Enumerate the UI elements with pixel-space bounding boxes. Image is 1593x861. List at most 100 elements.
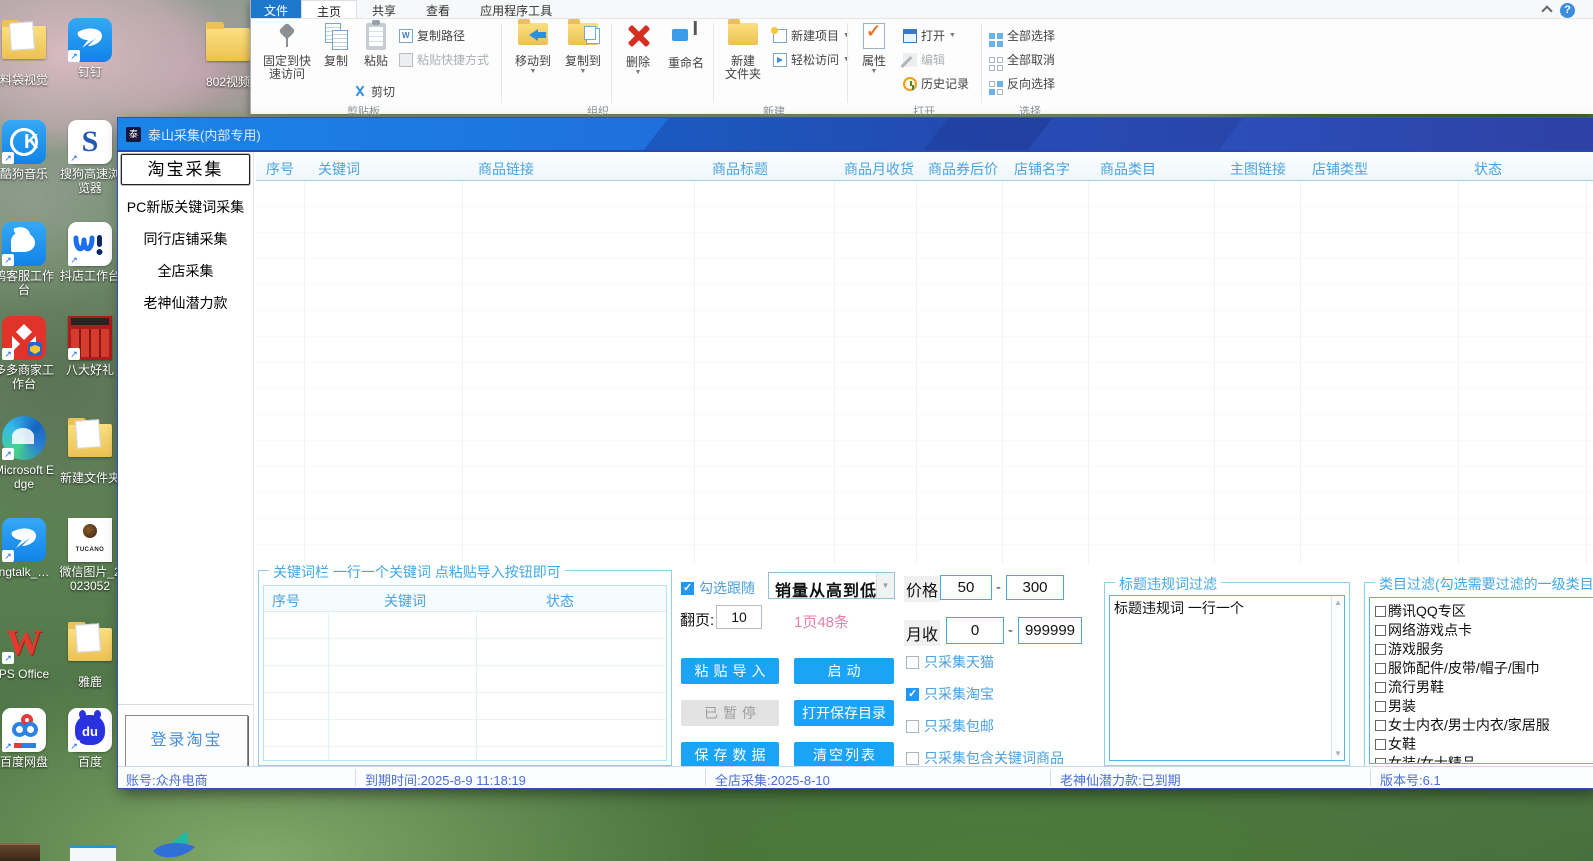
move-to-button[interactable]: 移动到 ▼ [509,19,557,75]
category-item[interactable]: 男装 [1375,696,1593,715]
desktop-icon-dingtalk[interactable]: ↗ 钉钉 [58,18,122,79]
kw-col-keyword[interactable]: 关键词 [384,591,426,611]
checkbox-icon[interactable] [1375,739,1386,750]
title-filter-textarea[interactable]: 标题违规词 一行一个 ▲ ▼ [1109,595,1345,761]
invert-selection-button[interactable]: 反向选择 [989,75,1055,95]
chevron-down-icon[interactable]: ▼ [876,573,894,598]
follow-checkbox[interactable]: 勾选跟随 [681,578,755,598]
tab-file[interactable]: 文件 [251,0,302,18]
scroll-up-icon[interactable]: ▲ [1332,598,1344,607]
category-item[interactable]: 女鞋 [1375,734,1593,753]
open-button[interactable]: 打开 ▼ [903,27,956,44]
category-item[interactable]: 服饰配件/皮带/帽子/围巾 [1375,658,1593,677]
checkbox-checked-icon[interactable] [681,581,694,595]
col-monthly-sales[interactable]: 商品月收货 [844,159,914,179]
checkbox-icon[interactable] [1375,644,1386,655]
sidebar-item-potential-items[interactable]: 老神仙潜力款 [118,293,253,313]
col-item-category[interactable]: 商品类目 [1100,159,1156,179]
paused-button[interactable]: 已暂停 [681,700,779,726]
copy-path-button[interactable]: 复制路径 [399,27,465,44]
easy-access-button[interactable]: 轻松访问▼ [773,51,850,68]
filter-free-shipping-checkbox[interactable]: 只采集包邮 [906,716,994,736]
monthly-min-input[interactable]: 0 [946,617,1004,644]
filter-tmall-checkbox[interactable]: 只采集天猫 [906,652,994,672]
desktop-icon-feige[interactable]: ↗ 鸽客服工作台 [0,222,56,297]
col-item-title[interactable]: 商品标题 [712,159,768,179]
category-list[interactable]: 腾讯QQ专区 网络游戏点卡 游戏服务 服饰配件/皮带/帽子/围巾 流行男鞋 男装… [1369,597,1593,764]
price-min-input[interactable]: 50 [940,575,992,600]
col-shop-type[interactable]: 店铺类型 [1312,159,1368,179]
desktop-icon-yalu[interactable]: 雅鹿 [58,620,122,689]
select-all-button[interactable]: 全部选择 [989,27,1055,47]
image-thumbnail-icon[interactable] [0,843,40,861]
category-item[interactable]: 流行男鞋 [1375,677,1593,696]
sidebar-item-pc-keyword-collect[interactable]: PC新版关键词采集 [118,197,253,217]
category-item[interactable]: 腾讯QQ专区 [1375,601,1593,620]
checkbox-icon[interactable] [1375,606,1386,617]
tab-view[interactable]: 查看 [411,0,465,18]
sort-dropdown[interactable]: 销量从高到低 ▼ [768,572,895,600]
pin-to-quick-access-button[interactable]: 固定到快 速访问 [259,21,315,81]
desktop-icon-pdd[interactable]: ↗ 多多商家工作台 [0,316,56,391]
tab-home[interactable]: 主页 [301,0,358,19]
category-item[interactable]: 游戏服务 [1375,639,1593,658]
history-button[interactable]: 历史记录 [903,75,969,92]
col-item-link[interactable]: 商品链接 [478,159,534,179]
checkbox-icon[interactable] [1375,625,1386,636]
col-coupon-price[interactable]: 商品券后价 [928,159,998,179]
checkbox-icon[interactable] [906,656,919,669]
checkbox-icon[interactable] [1375,701,1386,712]
kw-col-status[interactable]: 状态 [546,591,574,611]
open-save-dir-button[interactable]: 打开保存目录 [794,700,894,726]
kw-col-index[interactable]: 序号 [272,591,300,611]
checkbox-icon[interactable] [1375,720,1386,731]
properties-button[interactable]: 属性▼ [853,21,895,75]
checkbox-icon[interactable] [1375,682,1386,693]
delete-button[interactable]: 删除 ▼ [617,21,659,77]
sidebar-item-peer-shop-collect[interactable]: 同行店铺采集 [118,229,253,249]
paste-import-button[interactable]: 粘贴导入 [681,658,779,684]
textarea-scrollbar[interactable]: ▲ ▼ [1331,596,1344,760]
clear-list-button[interactable]: 清空列表 [794,742,894,768]
filter-taobao-checkbox[interactable]: 只采集淘宝 [906,684,994,704]
copy-to-button[interactable]: 复制到 ▼ [559,19,607,75]
col-status[interactable]: 状态 [1474,159,1502,179]
col-keyword[interactable]: 关键词 [318,159,360,179]
desktop-icon-edge[interactable]: ↗ Microsoft Edge [0,416,56,491]
login-taobao-button[interactable]: 登录淘宝 [125,715,248,767]
paste-button[interactable]: 粘贴 [357,20,395,68]
new-item-button[interactable]: 新建项目▼ [771,26,850,44]
desktop-icon-kugou[interactable]: K ↗ 酷狗音乐 [0,120,56,181]
start-button[interactable]: 启动 [794,658,894,684]
checkbox-icon[interactable] [1375,663,1386,674]
tab-share[interactable]: 共享 [357,0,411,18]
title-bar[interactable]: 泰 泰山采集(内部专用) [118,118,1593,150]
category-item[interactable]: 网络游戏点卡 [1375,620,1593,639]
checkbox-icon[interactable] [1375,758,1386,763]
tab-app-tools[interactable]: 应用程序工具 [465,0,567,18]
sidebar-item-taobao-collect[interactable]: 淘宝采集 [121,154,250,185]
checkbox-checked-icon[interactable] [906,687,919,701]
page-count-input[interactable]: 10 [716,605,762,629]
copy-button[interactable]: 复制 [317,21,355,68]
cut-button[interactable]: 剪切 [353,83,395,100]
desktop-icon-badahaoli[interactable]: ↗ 八大好礼 [58,316,122,377]
desktop-icon-sogou[interactable]: S ↗ 搜狗高速浏览器 [58,120,122,195]
desktop-icon-wps[interactable]: W ↗ PS Office [0,620,56,681]
new-folder-button[interactable]: 新建 文件夹 [719,19,767,81]
price-max-input[interactable]: 300 [1006,575,1064,600]
edit-button[interactable]: 编辑 [903,51,945,68]
sidebar-item-whole-shop-collect[interactable]: 全店采集 [118,261,253,281]
checkbox-icon[interactable] [906,720,919,733]
category-item[interactable]: 女士内衣/男士内衣/家居服 [1375,715,1593,734]
desktop-icon-baidu-netdisk[interactable]: ↗ 百度网盘 [0,708,56,769]
desktop-icon-new-folder[interactable]: 新建文件夹 [58,416,122,485]
help-icon[interactable]: ? [1560,3,1575,18]
results-table-body[interactable] [256,181,1593,564]
desktop-icon-doudian[interactable]: ↗ 抖店工作台 [58,222,122,283]
desktop-icon-wechat-image[interactable]: 微信图片_2023052 [58,518,122,593]
rename-button[interactable]: 重命名 [661,21,711,70]
col-index[interactable]: 序号 [266,159,294,179]
checkbox-icon[interactable] [906,752,919,765]
keyword-table-body[interactable] [264,612,666,760]
